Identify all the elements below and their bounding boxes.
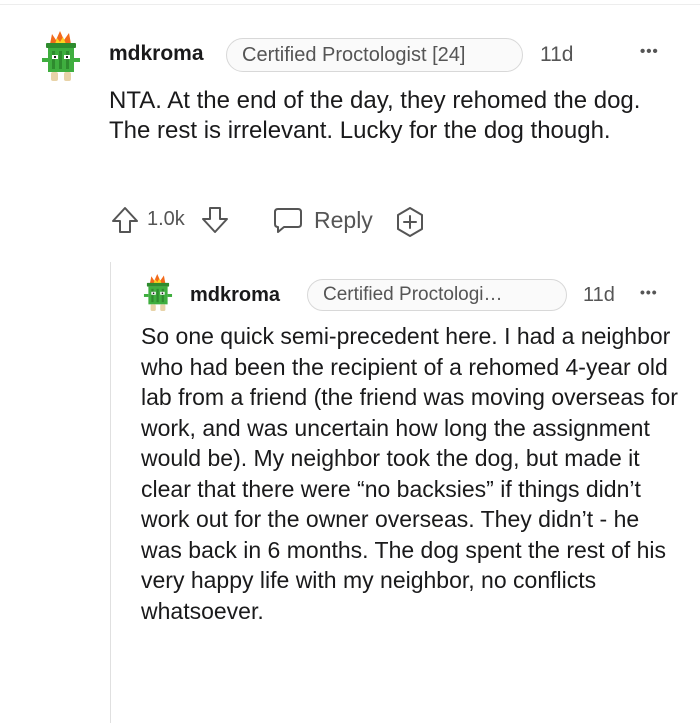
upvote-icon [112,207,138,233]
username[interactable]: mdkroma [109,42,204,66]
comment-age: 11d [583,284,615,306]
upvote-button[interactable] [110,205,140,235]
user-flair: Certified Proctologist [24] [226,38,523,72]
ellipsis-icon[interactable]: ••• [640,44,659,59]
downvote-button[interactable] [200,205,230,235]
award-button[interactable] [394,206,426,238]
reply-button[interactable]: Reply [272,205,373,235]
comment-body: NTA. At the end of the day, they rehomed… [109,87,641,144]
avatar[interactable] [38,30,84,86]
ellipsis-icon[interactable]: ••• [640,285,658,299]
vote-count: 1.0k [147,208,185,230]
reply-label: Reply [314,206,373,233]
downvote-icon [202,207,228,233]
reply-icon [274,208,302,233]
top-divider [0,4,700,5]
user-flair: Certified Proctologi… [307,279,567,311]
thread-line[interactable] [110,262,111,723]
username[interactable]: mdkroma [190,284,280,307]
reply-body: So one quick semi-precedent here. I had … [141,323,678,624]
award-icon [397,207,423,237]
avatar[interactable] [141,273,175,315]
comment-age: 11d [540,43,574,66]
